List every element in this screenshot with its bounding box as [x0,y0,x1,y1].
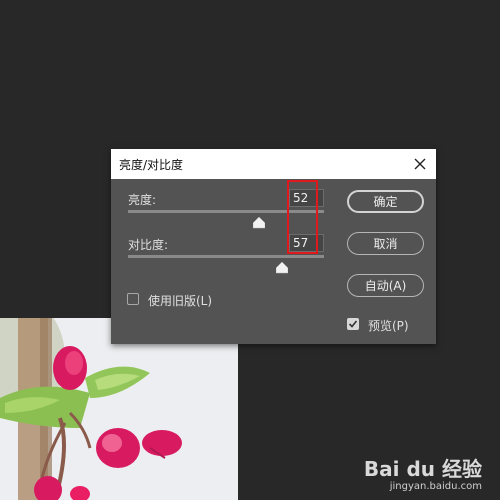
brightness-contrast-dialog: 亮度/对比度 亮度: 对比度: 使用旧版(L) 确定 取消 自动(A) 预览(P… [111,149,436,344]
cancel-button[interactable]: 取消 [347,232,424,255]
contrast-label: 对比度: [128,238,169,252]
highlight-annotation-box [287,180,318,254]
legacy-checkbox[interactable] [127,293,139,305]
canvas-photo [0,318,238,500]
close-icon[interactable] [410,154,430,174]
dialog-title: 亮度/对比度 [119,158,184,172]
watermark-url: jingyan.baidu.com [389,481,482,492]
flower-photo-image [0,318,238,500]
dialog-titlebar[interactable]: 亮度/对比度 [111,149,436,179]
watermark-logo: Bai du 经验 [363,457,482,481]
brightness-slider-thumb[interactable] [253,214,266,229]
contrast-slider-track[interactable] [128,255,324,258]
preview-checkbox-label: 预览(P) [368,319,409,333]
contrast-slider-thumb[interactable] [275,259,289,274]
baidu-jingyan-watermark: Bai du 经验 jingyan.baidu.com [364,458,482,492]
preview-checkbox[interactable] [347,318,359,330]
brightness-label: 亮度: [128,193,157,207]
checkmark-icon [348,320,358,328]
ok-button[interactable]: 确定 [347,190,424,213]
auto-button[interactable]: 自动(A) [347,274,424,297]
legacy-checkbox-label: 使用旧版(L) [148,294,213,308]
